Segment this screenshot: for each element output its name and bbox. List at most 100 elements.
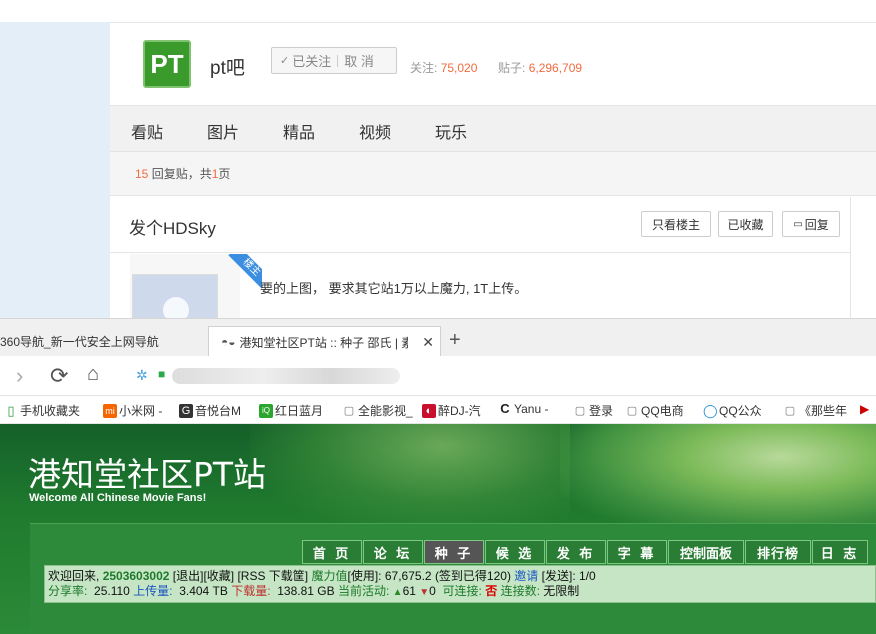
- bookmark-item[interactable]: ▯ 手机收藏夹: [4, 402, 80, 419]
- bookmark-item[interactable]: ▢ 登录: [573, 402, 613, 419]
- reply-button[interactable]: ▭ 回复: [782, 211, 840, 237]
- comment-icon: ▭: [793, 218, 803, 230]
- connectable-label: 可连接:: [442, 584, 482, 598]
- nav-control-panel[interactable]: 控制面板: [668, 540, 744, 564]
- seeding-count[interactable]: 61: [403, 584, 416, 598]
- op-badge-label: 楼主: [228, 254, 262, 291]
- tab1-title: 360导航_新一代安全上网导航: [0, 335, 159, 349]
- tab-video[interactable]: 视频: [359, 119, 391, 143]
- tab-fun[interactable]: 玩乐: [435, 119, 467, 143]
- post: 楼主 要的上图， 要求其它站1万以上魔力, 1T上传。: [110, 254, 850, 324]
- followers-stat: 关注: 75,020: [410, 59, 477, 76]
- address-bar: › ⟳ ⌂ ✲ ■: [0, 356, 876, 396]
- bookmark-label: 登录: [589, 404, 614, 418]
- tab-bar: 360导航_新一代安全上网导航 ◓◒ 港知堂社区PT站 :: 种子 邵氏 | 素…: [0, 318, 876, 357]
- forward-icon[interactable]: ›: [16, 363, 23, 389]
- saved-button[interactable]: 已收藏: [718, 211, 773, 237]
- close-tab-icon[interactable]: ✕: [422, 334, 434, 351]
- bookmark-label: 《那些年: [799, 404, 848, 418]
- bookmark-item[interactable]: G 音悦台M: [179, 402, 241, 419]
- tieba-page: PT pt吧 ✓ 已关注 取 消 关注: 75,020 贴子: 6,296,70…: [0, 0, 876, 324]
- tab-hdsky[interactable]: ◓◒ 港知堂社区PT站 :: 种子 邵氏 | 素 ✕: [208, 326, 441, 357]
- nav-home[interactable]: 首 页: [302, 540, 362, 564]
- phone-icon: ▯: [7, 402, 15, 418]
- site-title[interactable]: 港知堂社区PT站: [28, 448, 266, 496]
- connectable-value: 否: [485, 584, 498, 598]
- bookmark-label: 手机收藏夹: [20, 404, 81, 418]
- bookmark-item[interactable]: iQ 红日蓝月: [259, 402, 323, 419]
- avatar[interactable]: [132, 274, 218, 324]
- welcome-text: 欢迎回来,: [48, 569, 100, 583]
- bonus-value: 67,675.2: [384, 569, 432, 583]
- nav-upload[interactable]: 发 布: [546, 540, 606, 564]
- ratio-value: 25.110: [94, 584, 130, 598]
- check-icon: ✓: [280, 55, 290, 67]
- divider: [850, 197, 851, 318]
- upload-value: 3.404 TB: [179, 584, 228, 598]
- tab-360-nav[interactable]: 360导航_新一代安全上网导航: [0, 326, 205, 357]
- iqiyi-icon: iQ: [259, 403, 273, 418]
- forum-logo[interactable]: PT: [143, 40, 191, 88]
- site-nav: 首 页 论 坛 种 子 候 选 发 布 字 幕 控制面板 排行榜 日 志: [302, 540, 869, 564]
- invite-link[interactable]: 邀请: [514, 569, 538, 583]
- tab-images[interactable]: 图片: [207, 119, 239, 143]
- page-icon: ▢: [343, 404, 355, 417]
- follow-label: 已关注: [292, 54, 332, 69]
- overflow-icon[interactable]: ▶: [860, 402, 869, 416]
- bookmark-item[interactable]: ▢ QQ电商: [625, 402, 684, 419]
- seeding-icon: ▲: [392, 587, 403, 598]
- bookmark-label: 小米网 -: [119, 404, 163, 418]
- op-only-button[interactable]: 只看楼主: [641, 211, 711, 237]
- forum-header: PT pt吧 ✓ 已关注 取 消 关注: 75,020 贴子: 6,296,70…: [110, 23, 876, 105]
- c-icon: C: [500, 401, 510, 416]
- bookmark-item[interactable]: ▢ 《那些年: [783, 402, 847, 419]
- bookmark-label: QQ电商: [641, 404, 684, 418]
- bonus-label: 魔力值: [311, 569, 348, 583]
- bookmark-item[interactable]: ▢ 全能影视_: [342, 402, 413, 419]
- new-tab-button[interactable]: +: [449, 329, 461, 352]
- username-link[interactable]: 2503603002: [103, 569, 170, 583]
- tab-view-posts[interactable]: 看贴: [131, 119, 163, 143]
- followers-value: 75,020: [440, 61, 478, 75]
- bookmark-label: Yanu -: [514, 402, 549, 416]
- reload-icon[interactable]: ⟳: [50, 363, 68, 389]
- url-input[interactable]: ✲ ■: [128, 362, 876, 390]
- nav-torrents[interactable]: 种 子: [424, 540, 484, 564]
- download-label: 下载量:: [231, 584, 271, 598]
- nav-log[interactable]: 日 志: [812, 540, 868, 564]
- leaf-decoration: [560, 424, 876, 534]
- tab-featured[interactable]: 精品: [283, 119, 315, 143]
- loading-icon: ✲: [136, 367, 148, 383]
- site-content: 港知堂社区PT站 Welcome All Chinese Movie Fans!…: [0, 424, 876, 634]
- posts-value: 6,296,709: [528, 61, 583, 75]
- reply-label: 回复: [804, 217, 829, 232]
- page-icon: ▢: [784, 404, 796, 417]
- nav-subtitles[interactable]: 字 幕: [607, 540, 667, 564]
- bookmark-item[interactable]: ◐ 醉DJ-汽: [422, 402, 481, 419]
- forum-nav: 看贴 图片 精品 视频 玩乐: [110, 105, 876, 152]
- post-author: 楼主: [130, 254, 262, 324]
- nav-candidates[interactable]: 候 选: [485, 540, 545, 564]
- bookmark-item[interactable]: ◯ QQ公众: [703, 402, 762, 419]
- dj-icon: ◐: [422, 403, 436, 418]
- upload-label: 上传量:: [133, 584, 173, 598]
- lock-icon: ■: [158, 367, 166, 381]
- bamboo-decoration: [250, 424, 570, 534]
- logout-link[interactable]: [退出]: [173, 569, 204, 583]
- home-icon[interactable]: ⌂: [87, 363, 99, 386]
- leeching-count[interactable]: 0: [429, 584, 436, 598]
- qq-icon: ◯: [703, 402, 718, 418]
- nav-rankings[interactable]: 排行榜: [745, 540, 811, 564]
- forum-name[interactable]: pt吧: [210, 53, 245, 80]
- g-icon: G: [179, 403, 193, 418]
- unfollow-button[interactable]: 取 消: [344, 51, 374, 70]
- rss-link[interactable]: [RSS 下载筐]: [237, 569, 308, 583]
- nav-forum[interactable]: 论 坛: [363, 540, 423, 564]
- follow-button[interactable]: ✓ 已关注 取 消: [271, 47, 397, 74]
- connections-label: 连接数:: [500, 584, 540, 598]
- favorites-link[interactable]: [收藏]: [203, 569, 234, 583]
- thread-title: 发个HDSky: [129, 219, 216, 238]
- bonus-use-link[interactable]: [使用]:: [348, 569, 382, 583]
- bookmark-item[interactable]: C Yanu -: [498, 401, 549, 417]
- bookmark-item[interactable]: mi 小米网 -: [103, 402, 162, 419]
